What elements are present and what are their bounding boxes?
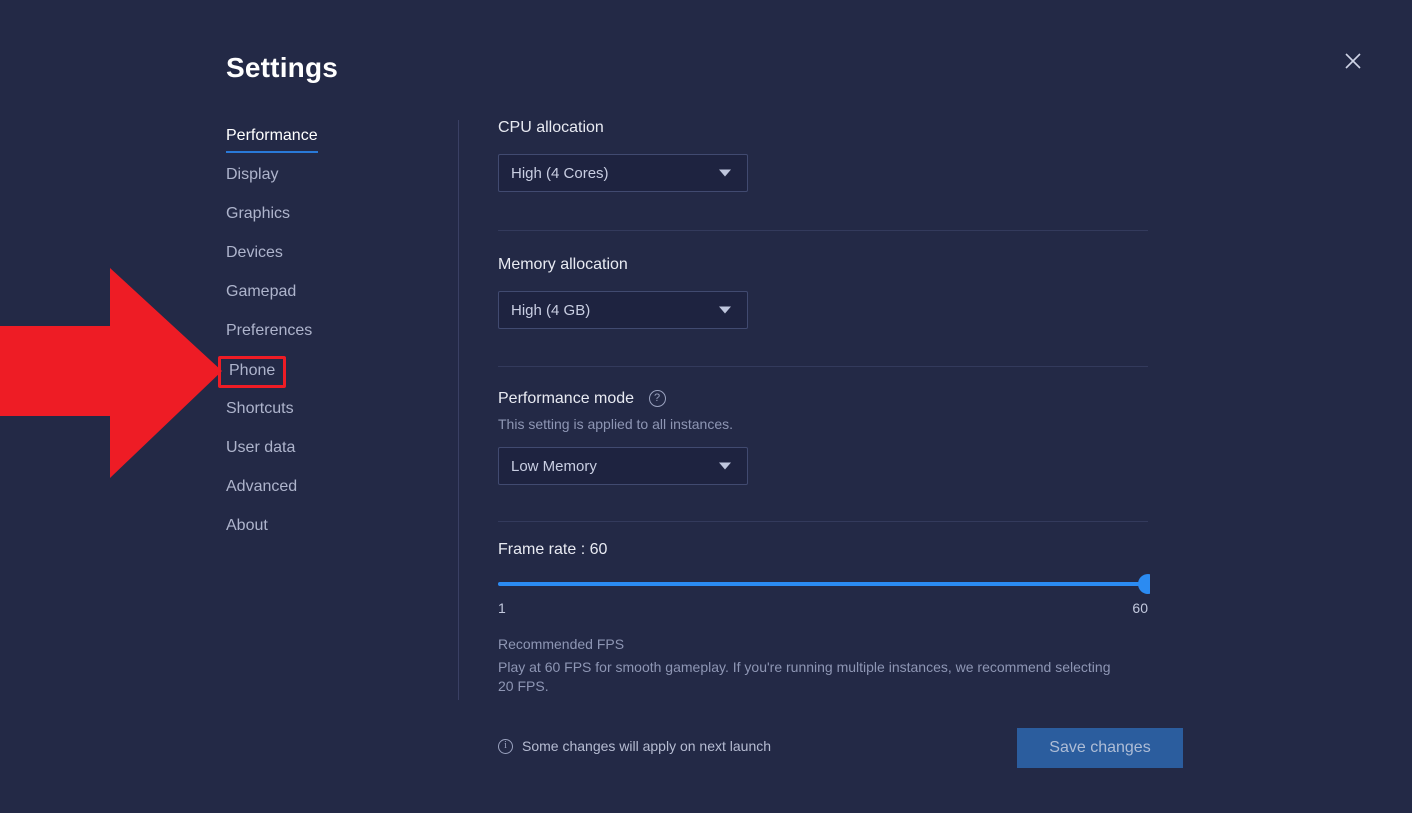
recommended-fps-body: Play at 60 FPS for smooth gameplay. If y… [498, 658, 1128, 696]
sidebar-item-label: User data [226, 438, 295, 463]
sidebar-item-phone[interactable]: Phone [226, 360, 286, 399]
slider-scale: 1 60 [498, 600, 1148, 618]
chevron-down-icon [719, 307, 731, 314]
memory-allocation-value: High (4 GB) [511, 302, 590, 319]
section-divider [498, 366, 1148, 367]
cpu-allocation-label: CPU allocation [498, 118, 1150, 138]
sidebar-item-gamepad[interactable]: Gamepad [226, 282, 431, 321]
sidebar-item-graphics[interactable]: Graphics [226, 204, 431, 243]
sidebar-item-display[interactable]: Display [226, 165, 431, 204]
sidebar-item-label: Phone [218, 356, 286, 388]
sidebar-item-preferences[interactable]: Preferences [226, 321, 431, 360]
sidebar-item-label: Performance [226, 126, 318, 153]
cpu-allocation-select[interactable]: High (4 Cores) [498, 154, 748, 192]
sidebar-item-user-data[interactable]: User data [226, 438, 431, 477]
memory-allocation-label: Memory allocation [498, 255, 1150, 275]
memory-allocation-select[interactable]: High (4 GB) [498, 291, 748, 329]
sidebar-item-label: Preferences [226, 321, 312, 346]
performance-mode-label-row: Performance mode ? [498, 389, 1150, 409]
settings-dialog: Settings Performance Display Graphics De… [0, 0, 1412, 813]
sidebar-item-shortcuts[interactable]: Shortcuts [226, 399, 431, 438]
sidebar-item-label: Devices [226, 243, 283, 268]
sidebar-item-devices[interactable]: Devices [226, 243, 431, 282]
info-circle-icon: i [498, 739, 513, 754]
frame-rate-label: Frame rate : 60 [498, 540, 1150, 560]
sidebar-item-label: Graphics [226, 204, 290, 229]
right-arrow-pointer [0, 268, 222, 478]
sidebar-item-label: Shortcuts [226, 399, 294, 424]
close-button[interactable] [1337, 45, 1369, 77]
slider-thumb[interactable] [1138, 574, 1150, 594]
page-title: Settings [226, 52, 338, 84]
performance-mode-label: Performance mode [498, 390, 634, 407]
performance-mode-section: Performance mode ? This setting is appli… [498, 389, 1150, 485]
slider-fill [498, 582, 1148, 586]
close-icon [1343, 51, 1363, 71]
sidebar-item-performance[interactable]: Performance [226, 126, 431, 165]
slider-min-label: 1 [498, 600, 506, 616]
section-divider [498, 230, 1148, 231]
sidebar-item-about[interactable]: About [226, 516, 431, 555]
sidebar-content-divider [458, 120, 459, 700]
sidebar-item-label: About [226, 516, 268, 541]
performance-mode-value: Low Memory [511, 458, 597, 475]
sidebar-item-label: Gamepad [226, 282, 296, 307]
help-circle-icon[interactable]: ? [649, 390, 666, 407]
footer-note: i Some changes will apply on next launch [498, 738, 771, 754]
sidebar-item-label: Advanced [226, 477, 297, 502]
cpu-allocation-value: High (4 Cores) [511, 165, 609, 182]
frame-rate-section: Frame rate : 60 1 60 Recommended FPS Pla… [498, 540, 1150, 696]
footer-note-text: Some changes will apply on next launch [522, 738, 771, 754]
sidebar-item-label: Display [226, 165, 278, 190]
settings-sidebar: Performance Display Graphics Devices Gam… [226, 126, 431, 555]
sidebar-item-advanced[interactable]: Advanced [226, 477, 431, 516]
memory-allocation-section: Memory allocation High (4 GB) [498, 255, 1150, 329]
chevron-down-icon [719, 463, 731, 470]
save-changes-button[interactable]: Save changes [1017, 728, 1183, 768]
recommended-fps-title: Recommended FPS [498, 636, 1150, 652]
performance-mode-description: This setting is applied to all instances… [498, 415, 1150, 433]
frame-rate-slider[interactable] [498, 574, 1148, 594]
settings-content: CPU allocation High (4 Cores) Memory all… [498, 118, 1150, 700]
section-divider [498, 521, 1148, 522]
slider-max-label: 60 [1132, 600, 1148, 616]
performance-mode-select[interactable]: Low Memory [498, 447, 748, 485]
cpu-allocation-section: CPU allocation High (4 Cores) [498, 118, 1150, 192]
chevron-down-icon [719, 170, 731, 177]
